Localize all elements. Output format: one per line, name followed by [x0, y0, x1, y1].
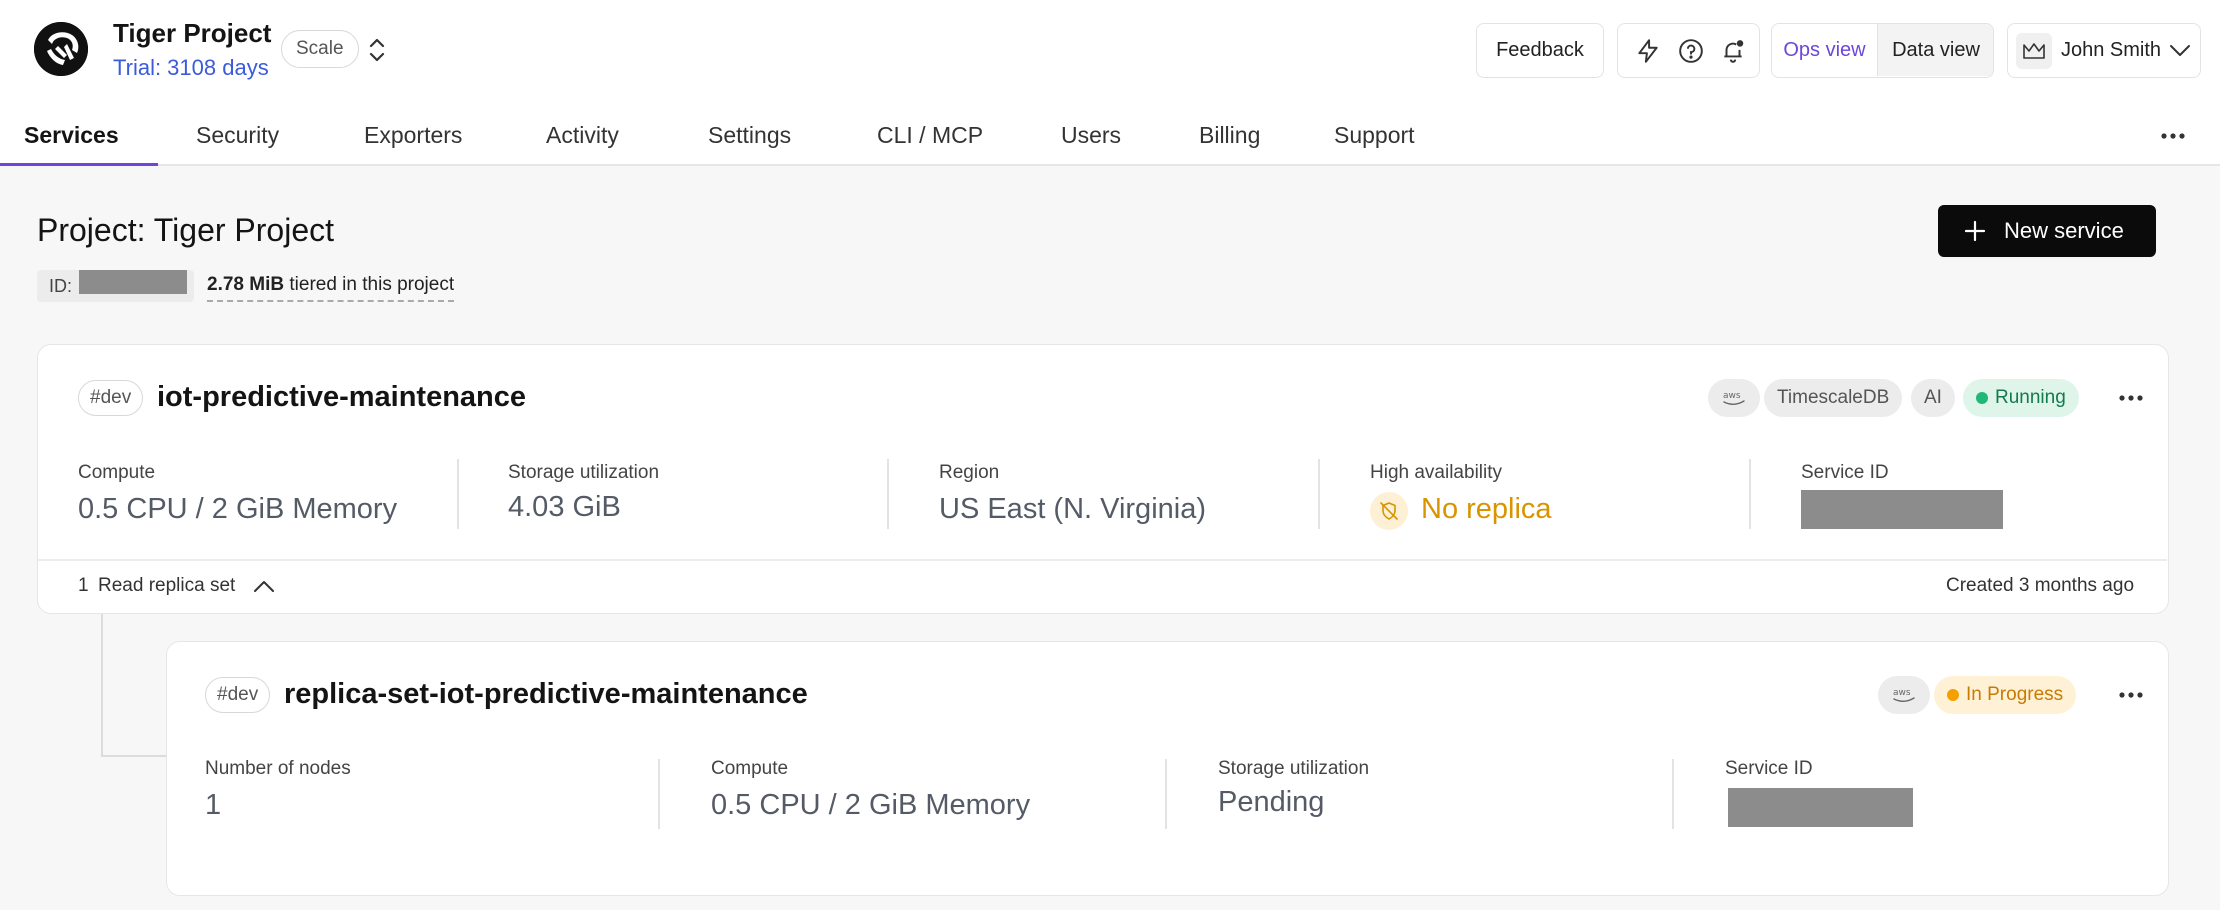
- chevron-up-icon[interactable]: [252, 578, 276, 594]
- region-label: Region: [939, 462, 1000, 483]
- tiered-amount: 2.78 MiB: [207, 274, 285, 295]
- active-tab-indicator: [0, 163, 158, 166]
- redacted-project-id: [79, 270, 187, 294]
- env-tag: #dev: [78, 380, 144, 416]
- header-icon-group: [1617, 23, 1760, 78]
- storage-label: Storage utilization: [508, 462, 660, 483]
- status-dot: [1976, 392, 1988, 404]
- top-bar: Tiger Project Trial: 3108 days Scale Fee…: [0, 0, 2220, 166]
- tiger-logo-icon[interactable]: [34, 22, 88, 76]
- project-id-chip[interactable]: ID:: [37, 270, 194, 302]
- project-id-label: ID:: [49, 276, 73, 296]
- replica-count: 1: [78, 575, 89, 596]
- storage-label: Storage utilization: [1218, 758, 1370, 779]
- status-text: In Progress: [1966, 684, 2064, 705]
- divider: [1672, 759, 1674, 829]
- replica-name[interactable]: replica-set-iot-predictive-maintenance: [284, 678, 808, 711]
- page-title: Project: Tiger Project: [37, 212, 334, 248]
- tab-support[interactable]: Support: [1334, 122, 1415, 149]
- new-service-label: New service: [2004, 218, 2124, 243]
- region-value: US East (N. Virginia): [939, 493, 1206, 525]
- chevron-down-icon: [2170, 45, 2190, 56]
- tab-users[interactable]: Users: [1061, 122, 1121, 149]
- plan-badge: Scale: [281, 30, 359, 68]
- chevron-up-down-icon[interactable]: [364, 34, 390, 66]
- replica-tree-line: [101, 755, 166, 757]
- replica-card[interactable]: #dev replica-set-iot-predictive-maintena…: [166, 641, 2169, 896]
- tab-activity[interactable]: Activity: [546, 122, 619, 149]
- more-horizontal-icon[interactable]: [2116, 386, 2146, 410]
- redacted-service-id: [1728, 788, 1913, 827]
- status-badge: Running: [1963, 379, 2079, 417]
- read-replica-toggle[interactable]: Read replica set: [98, 575, 235, 597]
- trial-days-link[interactable]: Trial: 3108 days: [113, 55, 269, 81]
- ops-view-toggle[interactable]: Ops view: [1772, 24, 1878, 76]
- more-horizontal-icon[interactable]: [2116, 683, 2146, 707]
- plus-icon: [1964, 220, 1986, 242]
- shield-off-icon: [1370, 492, 1408, 530]
- bell-icon[interactable]: [1720, 38, 1746, 64]
- help-circle-icon[interactable]: [1678, 38, 1704, 64]
- divider: [887, 459, 889, 529]
- divider: [1165, 759, 1167, 829]
- aws-badge: aws: [1708, 379, 1760, 417]
- storage-value: 4.03 GiB: [508, 491, 621, 523]
- project-name: Tiger Project: [113, 18, 272, 48]
- feedback-button[interactable]: Feedback: [1476, 23, 1604, 78]
- tab-services[interactable]: Services: [24, 122, 119, 149]
- aws-badge: aws: [1878, 676, 1930, 714]
- crown-icon: [2023, 43, 2045, 59]
- created-time: Created 3 months ago: [1946, 575, 2135, 596]
- compute-value: 0.5 CPU / 2 GiB Memory: [78, 493, 398, 525]
- user-name: John Smith: [2061, 39, 2162, 61]
- divider: [1318, 459, 1320, 529]
- divider: [457, 459, 459, 529]
- compute-label: Compute: [78, 462, 156, 483]
- nodes-value: 1: [205, 789, 222, 821]
- status-badge: In Progress: [1934, 676, 2077, 714]
- card-footer-divider: [38, 559, 2167, 561]
- storage-value: Pending: [1218, 786, 1325, 818]
- status-dot: [1947, 689, 1959, 701]
- data-view-toggle[interactable]: Data view: [1878, 24, 1993, 76]
- divider: [1749, 459, 1751, 529]
- ha-label: High availability: [1370, 462, 1503, 483]
- more-horizontal-icon[interactable]: [2158, 124, 2188, 148]
- tab-security[interactable]: Security: [196, 122, 279, 149]
- nodes-label: Number of nodes: [205, 758, 351, 779]
- redacted-service-id: [1801, 490, 2003, 529]
- service-id-label: Service ID: [1725, 758, 1813, 779]
- svg-text:aws: aws: [1723, 391, 1741, 401]
- tiered-suffix: tiered in this project: [284, 274, 455, 295]
- view-toggle: Ops view Data view: [1771, 23, 1994, 78]
- ai-badge: AI: [1911, 379, 1955, 417]
- divider: [658, 759, 660, 829]
- tiered-storage-summary[interactable]: 2.78 MiB tiered in this project: [207, 274, 455, 302]
- service-name[interactable]: iot-predictive-maintenance: [157, 381, 526, 414]
- new-service-button[interactable]: New service: [1938, 205, 2156, 257]
- aws-icon: aws: [1723, 391, 1745, 405]
- svg-text:aws: aws: [1893, 688, 1911, 698]
- aws-icon: aws: [1893, 688, 1915, 702]
- engine-badge: TimescaleDB: [1764, 379, 1903, 417]
- lightning-icon[interactable]: [1635, 38, 1661, 64]
- status-text: Running: [1995, 387, 2066, 408]
- service-id-label: Service ID: [1801, 462, 1889, 483]
- avatar: [2016, 33, 2052, 69]
- env-tag: #dev: [205, 677, 271, 713]
- replica-tree-line: [101, 614, 103, 756]
- ha-value: No replica: [1421, 493, 1552, 525]
- tab-cli-mcp[interactable]: CLI / MCP: [877, 122, 983, 149]
- compute-value: 0.5 CPU / 2 GiB Memory: [711, 789, 1031, 821]
- tab-settings[interactable]: Settings: [708, 122, 791, 149]
- user-menu-button[interactable]: John Smith: [2007, 23, 2201, 78]
- service-card[interactable]: #dev iot-predictive-maintenance aws Time…: [37, 344, 2169, 614]
- compute-label: Compute: [711, 758, 789, 779]
- tab-exporters[interactable]: Exporters: [364, 122, 462, 149]
- tab-billing[interactable]: Billing: [1199, 122, 1260, 149]
